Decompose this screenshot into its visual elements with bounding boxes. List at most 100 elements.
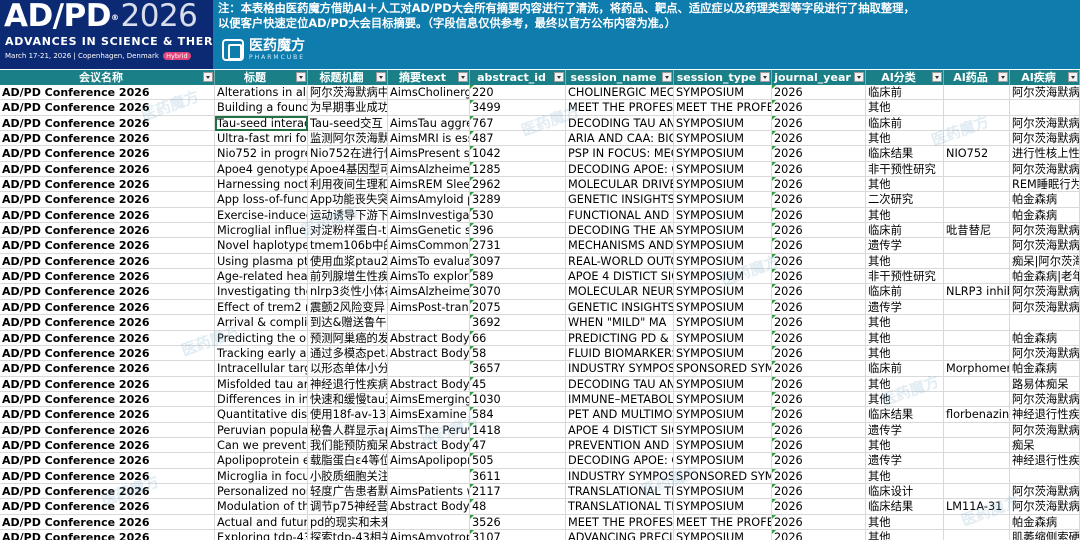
table-cell[interactable] <box>388 315 470 331</box>
table-cell[interactable]: 阿尔茨海默病 <box>1010 131 1080 147</box>
table-cell[interactable]: 3657 <box>470 361 566 377</box>
filter-dropdown-icon[interactable] <box>554 72 564 82</box>
table-cell[interactable]: SYMPOSIUM <box>674 330 772 346</box>
table-cell[interactable]: TRANSLATIONAL TF <box>566 499 674 515</box>
table-cell[interactable]: AD/PD Conference 2026 <box>0 391 215 408</box>
table-cell[interactable]: AD/PD Conference 2026 <box>0 223 215 239</box>
table-cell[interactable]: 其他 <box>866 131 944 147</box>
table-cell[interactable]: 530 <box>470 207 566 224</box>
table-cell[interactable] <box>944 483 1010 500</box>
table-cell[interactable]: FLUID BIOMARKERS <box>566 345 674 362</box>
table-cell[interactable]: 阿尔茨海默病 <box>1010 223 1080 239</box>
table-cell[interactable]: PET AND MULTIMO <box>566 407 674 423</box>
table-cell[interactable]: 2026 <box>772 146 866 162</box>
table-cell[interactable]: 584 <box>470 407 566 423</box>
table-cell[interactable] <box>944 192 1010 208</box>
table-cell[interactable]: 2026 <box>772 361 866 377</box>
table-cell[interactable]: AD/PD Conference 2026 <box>0 407 215 423</box>
table-cell[interactable]: 快速和缓慢tau进 <box>308 391 388 408</box>
table-cell[interactable]: AD/PD Conference 2026 <box>0 453 215 469</box>
table-cell[interactable]: Apoe4 genotype <box>215 161 308 178</box>
table-cell[interactable]: 2026 <box>772 85 866 101</box>
table-cell[interactable]: 其他 <box>866 253 944 270</box>
table-cell[interactable]: 震颤2风险变异 <box>308 299 388 316</box>
table-cell[interactable]: 3611 <box>470 468 566 484</box>
table-cell[interactable]: 487 <box>470 131 566 147</box>
table-cell[interactable]: 2026 <box>772 345 866 362</box>
table-cell[interactable]: 帕金森病 <box>1010 330 1080 346</box>
table-cell[interactable]: 其他 <box>866 529 944 540</box>
table-cell[interactable]: SYMPOSIUM <box>674 177 772 193</box>
table-cell[interactable]: WHEN "MILD" MA <box>566 315 674 331</box>
table-cell[interactable]: SYMPOSIUM <box>674 192 772 208</box>
table-cell[interactable]: AD/PD Conference 2026 <box>0 115 215 132</box>
table-cell[interactable]: CHOLINERGIC MECH <box>566 85 674 101</box>
table-cell[interactable] <box>944 100 1010 116</box>
table-cell[interactable]: AimsTo evaluat <box>388 253 470 270</box>
table-cell[interactable]: 吡昔替尼 <box>944 223 1010 239</box>
table-cell[interactable]: 帕金森病 <box>1010 514 1080 530</box>
table-cell[interactable]: SYMPOSIUM <box>674 299 772 316</box>
table-cell[interactable]: 阿尔茨海默病 <box>1010 85 1080 101</box>
table-cell[interactable]: ADVANCING PRECIS <box>566 529 674 540</box>
table-cell[interactable]: AD/PD Conference 2026 <box>0 514 215 530</box>
table-cell[interactable]: 阿尔茨海默病 <box>1010 115 1080 132</box>
table-cell[interactable]: SYMPOSIUM <box>674 238 772 254</box>
filter-dropdown-icon[interactable] <box>458 72 468 82</box>
table-cell[interactable]: pd的现实和未来治疗 <box>308 514 388 530</box>
table-cell[interactable]: AD/PD Conference 2026 <box>0 100 215 116</box>
table-cell[interactable]: 其他 <box>866 468 944 484</box>
filter-dropdown-icon[interactable] <box>376 72 386 82</box>
table-cell[interactable]: Microglia in focus <box>215 468 308 484</box>
table-cell[interactable]: 2026 <box>772 161 866 178</box>
table-cell[interactable]: 临床前 <box>866 223 944 239</box>
table-cell[interactable]: Alterations in alpha <box>215 85 308 101</box>
table-cell[interactable]: 其他 <box>866 376 944 392</box>
table-cell[interactable]: AimsTo explore <box>388 269 470 285</box>
table-cell[interactable] <box>944 437 1010 454</box>
table-cell[interactable]: Can we prevent d <box>215 437 308 454</box>
table-cell[interactable]: Personalized non <box>215 483 308 500</box>
table-cell[interactable] <box>1010 315 1080 331</box>
table-cell[interactable]: 帕金森病|老年 <box>1010 269 1080 285</box>
table-cell[interactable]: AD/PD Conference 2026 <box>0 269 215 285</box>
table-cell[interactable]: 预测阿巢癌的发 <box>308 330 388 346</box>
table-cell[interactable]: LM11A-31 <box>944 499 1010 515</box>
table-cell[interactable]: 阿尔茨海默病 <box>1010 422 1080 438</box>
table-cell[interactable]: Harnessing noctu <box>215 177 308 193</box>
table-cell[interactable] <box>944 422 1010 438</box>
column-header[interactable]: AI药品 <box>944 70 1010 85</box>
table-cell[interactable]: 运动诱导下游下 <box>308 207 388 224</box>
table-cell[interactable]: SPONSORED SYMP <box>674 361 772 377</box>
table-cell[interactable]: 前列腺增生性疾 <box>308 269 388 285</box>
filter-dropdown-icon[interactable] <box>296 72 306 82</box>
table-cell[interactable]: 遗传学 <box>866 299 944 316</box>
table-cell[interactable]: Apoe4基因型可 <box>308 161 388 178</box>
table-cell[interactable]: 3499 <box>470 100 566 116</box>
table-cell[interactable]: SYMPOSIUM <box>674 376 772 392</box>
table-cell[interactable]: AimsCommon <box>388 238 470 254</box>
table-cell[interactable]: AimsExamine q <box>388 407 470 423</box>
table-cell[interactable]: SYMPOSIUM <box>674 422 772 438</box>
table-cell[interactable]: SYMPOSIUM <box>674 483 772 500</box>
table-cell[interactable]: AD/PD Conference 2026 <box>0 284 215 300</box>
table-cell[interactable]: 其他 <box>866 100 944 116</box>
table-cell[interactable]: DECODING THE AM <box>566 223 674 239</box>
column-header[interactable]: 标题 <box>215 70 308 85</box>
table-cell[interactable]: 505 <box>470 453 566 469</box>
table-cell[interactable]: SYMPOSIUM <box>674 453 772 469</box>
table-cell[interactable] <box>1010 468 1080 484</box>
table-cell[interactable]: 其他 <box>866 207 944 224</box>
table-cell[interactable]: Nio752 in progress <box>215 146 308 162</box>
table-cell[interactable]: 2026 <box>772 437 866 454</box>
table-cell[interactable]: DECODING APOE: G <box>566 161 674 178</box>
table-cell[interactable]: AimsEmerging <box>388 391 470 408</box>
table-cell[interactable]: SYMPOSIUM <box>674 499 772 515</box>
table-cell[interactable]: AD/PD Conference 2026 <box>0 468 215 484</box>
table-cell[interactable]: 其他 <box>866 177 944 193</box>
table-cell[interactable]: Actual and future <box>215 514 308 530</box>
table-cell[interactable]: 66 <box>470 330 566 346</box>
table-cell[interactable]: 使用血浆ptau2 <box>308 253 388 270</box>
table-cell[interactable]: SYMPOSIUM <box>674 529 772 540</box>
table-cell[interactable]: 2026 <box>772 514 866 530</box>
